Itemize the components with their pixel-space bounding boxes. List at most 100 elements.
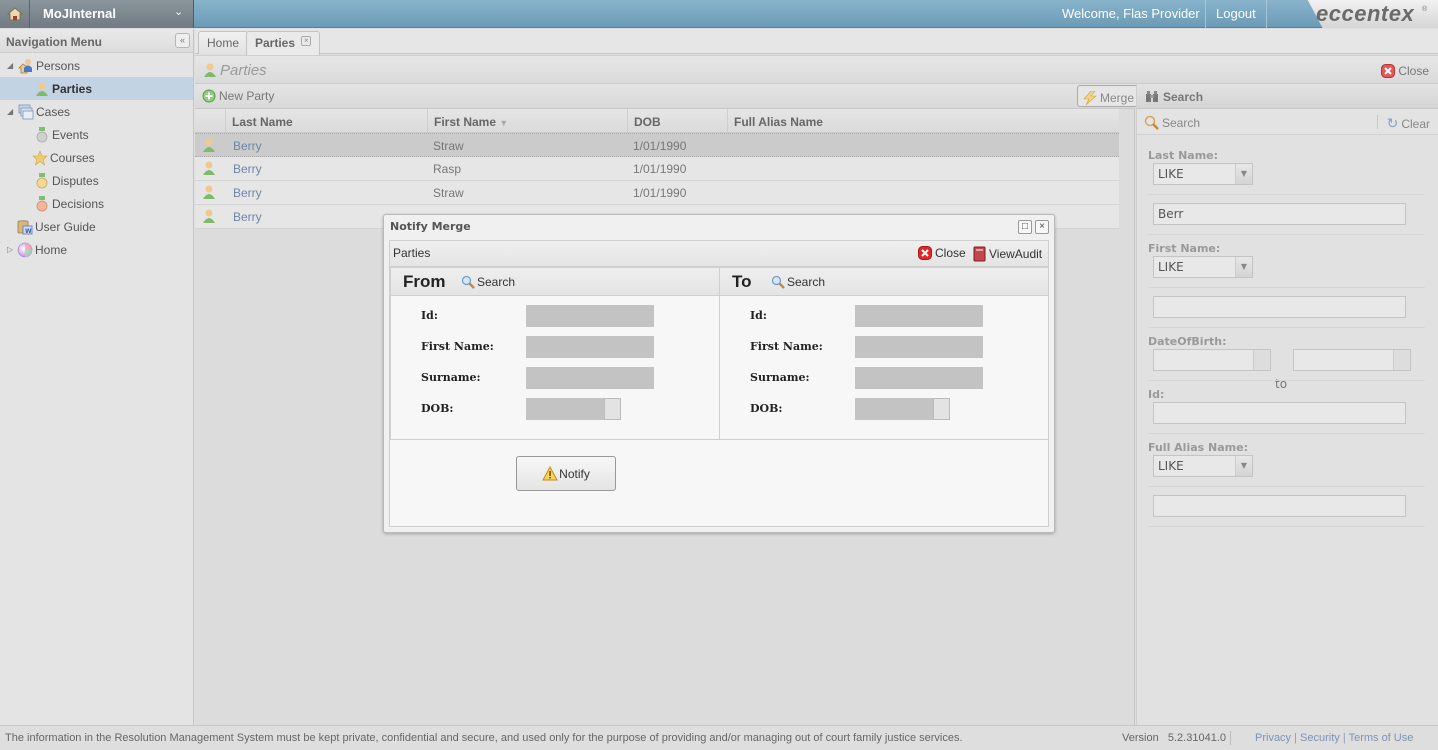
terms-of-use-link[interactable]: Terms of Use: [1349, 732, 1414, 744]
star-icon: [32, 149, 48, 166]
sidebar-item-label: Courses: [50, 150, 95, 165]
version-info: Version 5.2.31041.0: [1122, 732, 1226, 744]
alias-input[interactable]: [1153, 495, 1406, 517]
house-icon: [6, 7, 23, 21]
dob-cell: 1/01/1990: [633, 139, 687, 153]
dob-to-input[interactable]: [1293, 349, 1411, 371]
column-label: Last Name: [232, 115, 293, 129]
logout-link[interactable]: Logout: [1216, 6, 1256, 21]
column-header-first-name[interactable]: First Name ▼: [427, 109, 627, 133]
expanded-arrow-icon[interactable]: ◢: [7, 61, 13, 70]
column-header-full-alias-name[interactable]: Full Alias Name: [727, 109, 1119, 133]
merge-button[interactable]: Merge: [1077, 85, 1140, 107]
first-name-label: First Name:: [1148, 242, 1221, 255]
dialog-body: Parties Close ViewAudit From Search Id: …: [389, 240, 1049, 527]
to-title: To: [732, 272, 752, 291]
medal-grey-icon: [36, 126, 48, 142]
sidebar-item-user-guide[interactable]: W User Guide: [0, 215, 193, 238]
from-dob-label: DOB:: [421, 402, 454, 415]
expanded-arrow-icon[interactable]: ◢: [7, 107, 13, 116]
first-name-input[interactable]: [1153, 296, 1406, 318]
table-row[interactable]: Berry Rasp 1/01/1990: [195, 157, 1119, 181]
calendar-icon[interactable]: [1253, 350, 1270, 370]
svg-text:W: W: [25, 228, 32, 235]
magnifier-icon: [461, 275, 475, 289]
last-name-link[interactable]: Berry: [233, 139, 262, 153]
alias-operator-select[interactable]: LIKE ▼: [1153, 455, 1253, 477]
from-search-button[interactable]: Search: [461, 275, 515, 289]
sidebar-item-persons[interactable]: ◢ Persons: [0, 54, 193, 77]
sidebar-item-cases[interactable]: ◢ Cases: [0, 100, 193, 123]
app-switcher[interactable]: MoJInternal ⌄: [0, 0, 194, 28]
close-tab-icon[interactable]: ×: [301, 36, 312, 46]
from-section: From Search Id: First Name: Surname: DOB…: [390, 267, 720, 440]
first-name-cell: Straw: [433, 186, 464, 200]
sidebar-item-decisions[interactable]: Decisions: [0, 192, 193, 215]
collapse-nav-button[interactable]: «: [175, 33, 190, 48]
lightning-icon: [1083, 90, 1097, 105]
welcome-text: Welcome, Flas Provider: [1062, 6, 1200, 21]
dob-from-input[interactable]: [1153, 349, 1271, 371]
chevron-down-icon[interactable]: ▼: [1235, 164, 1252, 184]
dob-label: DateOfBirth:: [1148, 335, 1227, 348]
brand-logo: eccentex: [1316, 1, 1415, 26]
to-dob-field: [855, 398, 950, 420]
nav-header: Navigation Menu «: [0, 29, 193, 53]
dialog-close-button[interactable]: Close: [918, 246, 966, 260]
sidebar-item-courses[interactable]: Courses: [0, 146, 193, 169]
from-id-label: Id:: [421, 309, 438, 322]
column-label: Full Alias Name: [734, 115, 823, 129]
sidebar-item-events[interactable]: Events: [0, 123, 193, 146]
column-label: First Name: [434, 115, 497, 129]
security-link[interactable]: Security: [1300, 732, 1340, 744]
divider: [1148, 194, 1425, 195]
first-name-operator-select[interactable]: LIKE ▼: [1153, 256, 1253, 278]
registered-mark: ®: [1422, 6, 1428, 13]
panel-title: Parties: [220, 62, 267, 79]
column-header-dob[interactable]: DOB: [627, 109, 727, 133]
sidebar-item-disputes[interactable]: Disputes: [0, 169, 193, 192]
from-title: From: [403, 272, 446, 291]
last-name-operator-select[interactable]: LIKE ▼: [1153, 163, 1253, 185]
privacy-link[interactable]: Privacy: [1255, 732, 1291, 744]
search-button[interactable]: Search: [1144, 115, 1200, 131]
add-icon: [202, 89, 216, 103]
id-input[interactable]: [1153, 402, 1406, 424]
select-value: LIKE: [1158, 167, 1184, 181]
calendar-icon[interactable]: [1393, 350, 1410, 370]
home-button[interactable]: [0, 0, 30, 28]
view-audit-button[interactable]: ViewAudit: [973, 246, 1042, 262]
close-label: Close: [1398, 64, 1429, 78]
last-name-link[interactable]: Berry: [233, 162, 262, 176]
chevron-down-icon[interactable]: ⌄: [174, 5, 183, 18]
to-section: To Search Id: First Name: Surname: DOB:: [719, 267, 1049, 440]
tab-label: Parties: [255, 36, 296, 50]
table-row[interactable]: Berry Straw 1/01/1990: [195, 181, 1119, 205]
to-surname-label: Surname:: [750, 371, 810, 384]
clear-button[interactable]: ↻ Clear: [1387, 115, 1430, 132]
divider: [1148, 433, 1425, 434]
maximize-icon[interactable]: □: [1018, 220, 1032, 234]
sidebar-item-parties[interactable]: Parties: [0, 77, 193, 100]
collapsed-arrow-icon[interactable]: ▷: [7, 245, 13, 254]
notify-button[interactable]: Notify: [516, 456, 616, 491]
sidebar-item-home[interactable]: ▷ Home: [0, 238, 193, 261]
close-icon[interactable]: ×: [1035, 220, 1049, 234]
grid-header: Last Name First Name ▼ DOB Full Alias Na…: [195, 109, 1119, 133]
column-header-last-name[interactable]: Last Name: [225, 109, 427, 133]
sidebar-item-label: Events: [52, 127, 89, 142]
tab-parties[interactable]: Parties ×: [246, 31, 321, 55]
table-row[interactable]: Berry Straw 1/01/1990: [195, 133, 1119, 157]
new-party-button[interactable]: New Party: [202, 89, 274, 103]
close-panel-button[interactable]: Close: [1381, 64, 1429, 78]
calendar-icon[interactable]: [933, 398, 950, 420]
calendar-icon[interactable]: [604, 398, 621, 420]
tab-home[interactable]: Home: [198, 31, 249, 54]
close-circle-icon: [1381, 64, 1396, 78]
last-name-input[interactable]: [1153, 203, 1406, 225]
chevron-down-icon[interactable]: ▼: [1235, 257, 1252, 277]
chevron-down-icon[interactable]: ▼: [1235, 456, 1252, 476]
to-search-button[interactable]: Search: [771, 275, 825, 289]
last-name-link[interactable]: Berry: [233, 210, 262, 224]
last-name-link[interactable]: Berry: [233, 186, 262, 200]
